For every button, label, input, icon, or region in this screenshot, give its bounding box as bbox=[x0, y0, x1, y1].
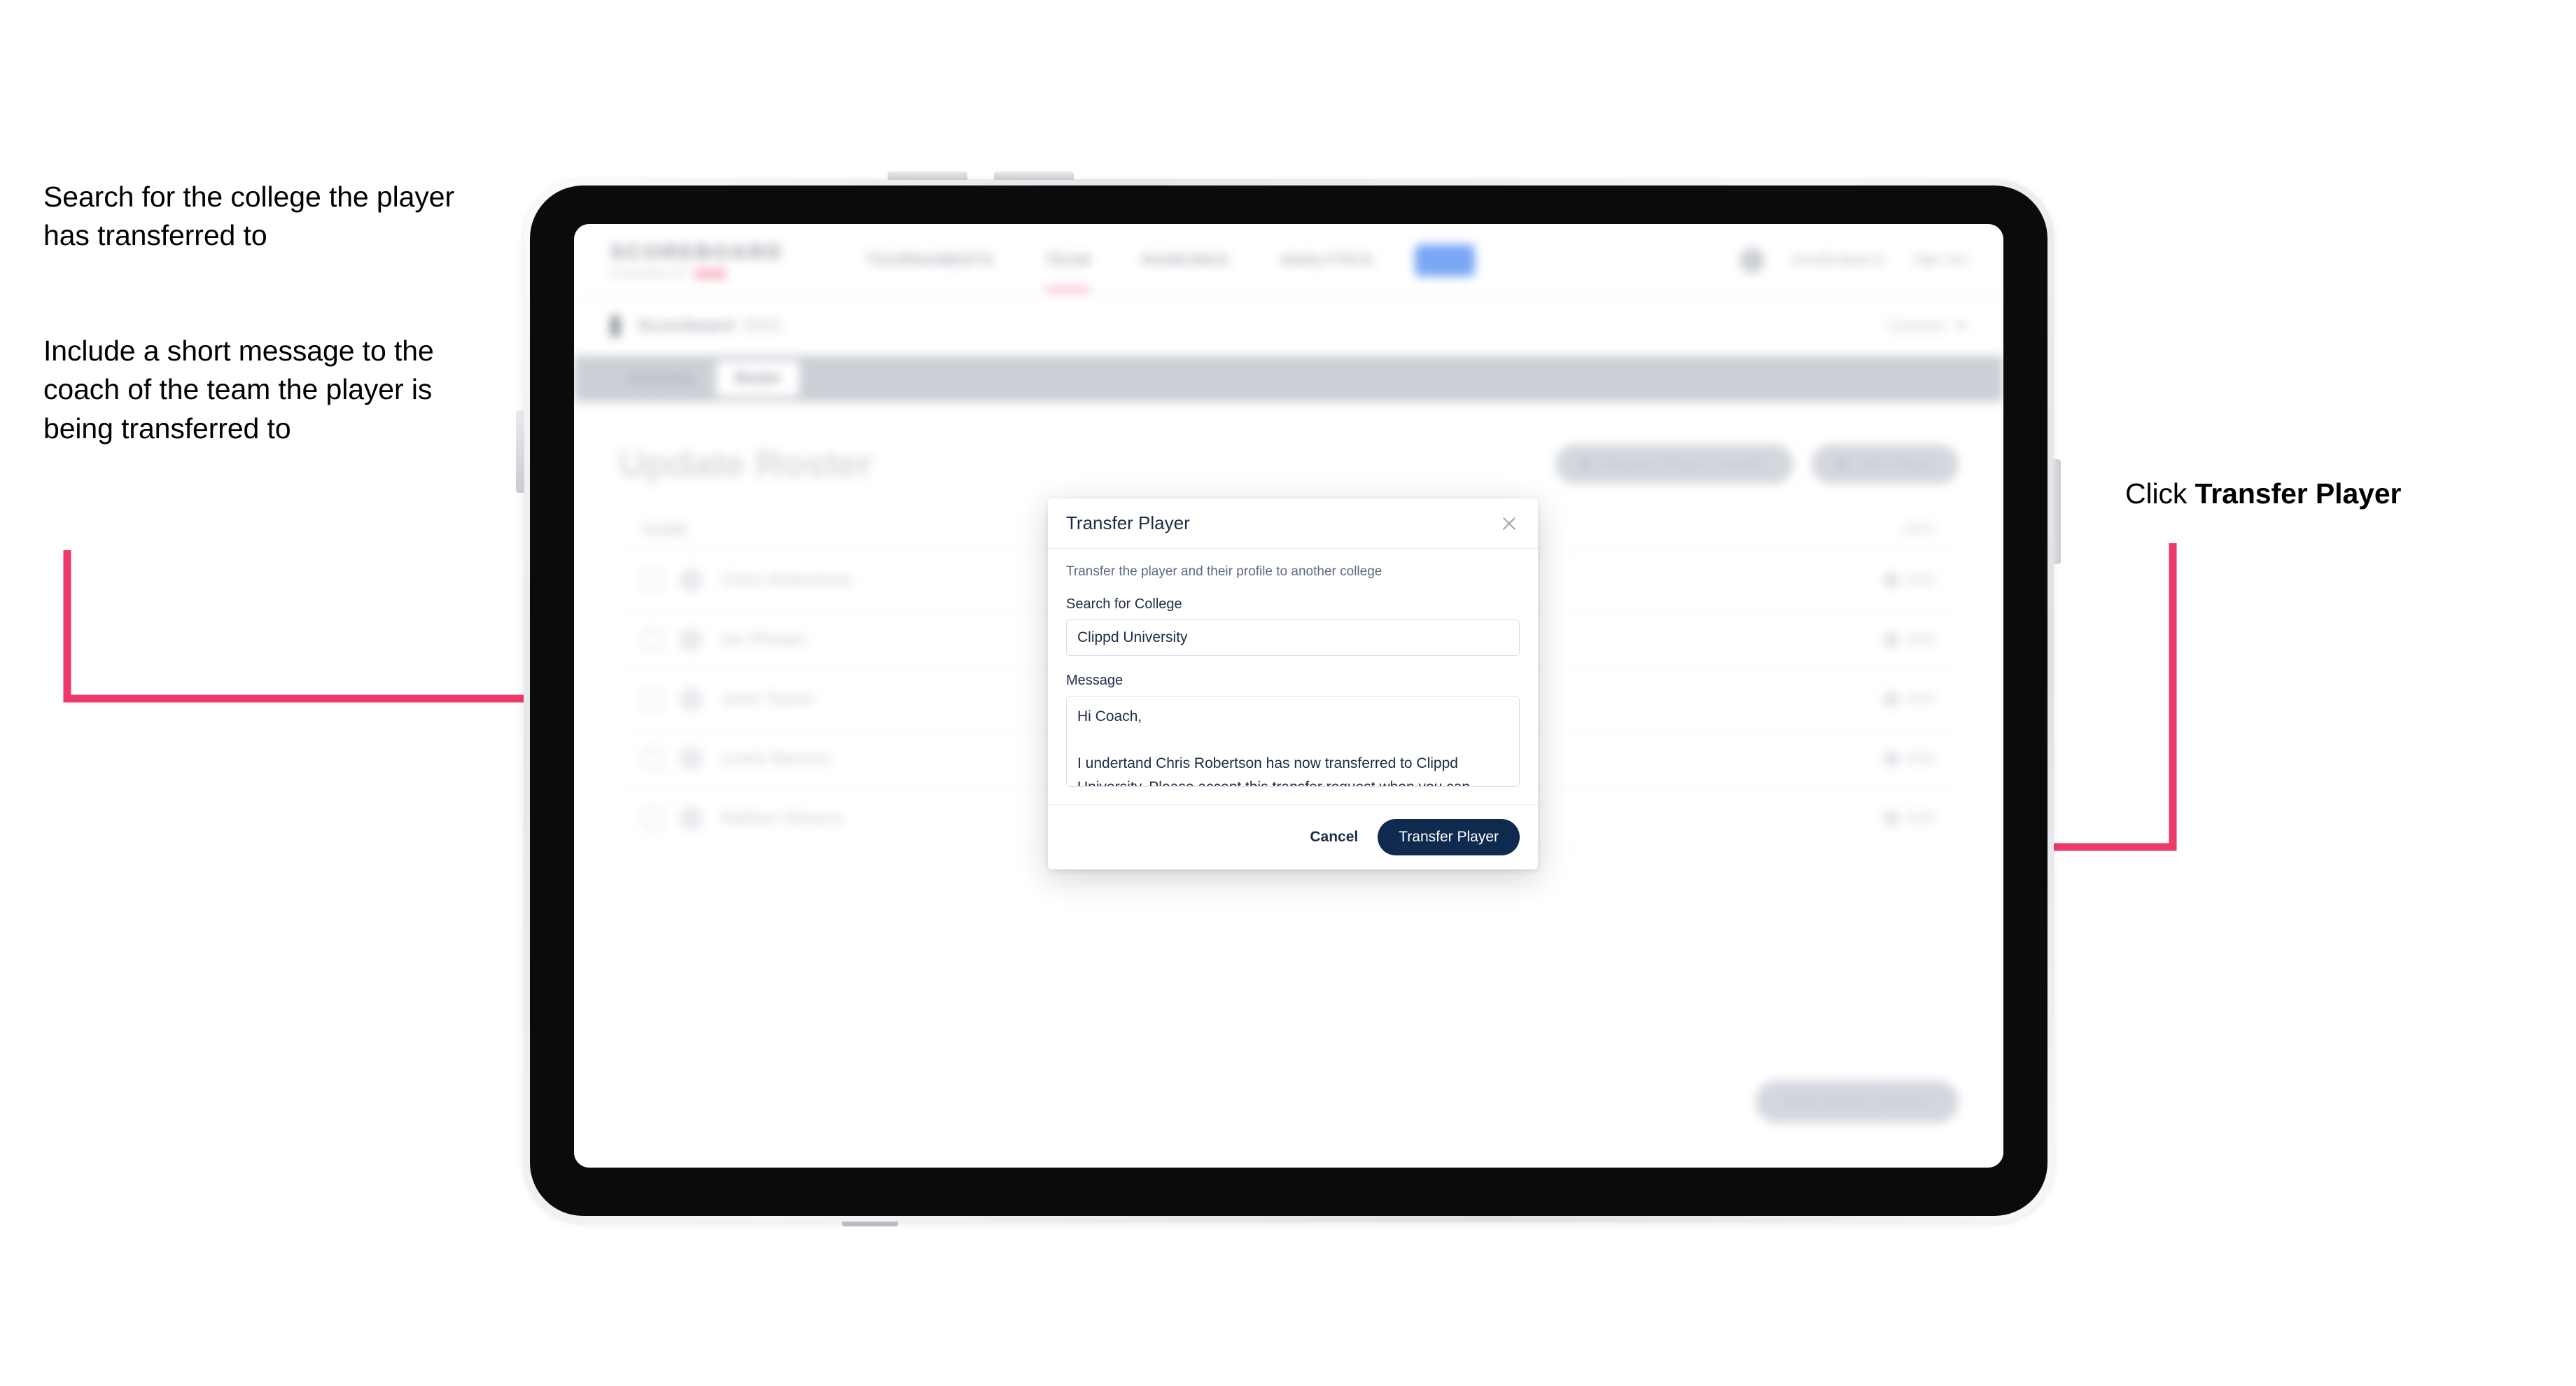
tab-overview[interactable]: Overview bbox=[610, 361, 712, 396]
save-roster-label: Save Roster Updates bbox=[1783, 1093, 1931, 1110]
modal-body: Transfer the player and their profile to… bbox=[1048, 549, 1538, 804]
modal-description: Transfer the player and their profile to… bbox=[1066, 564, 1382, 579]
row-avatar bbox=[679, 747, 703, 771]
row-edit-action[interactable]: Edit bbox=[1882, 689, 1935, 710]
tab-roster[interactable]: Roster bbox=[716, 361, 799, 396]
breadcrumb-right-label: Connect bbox=[1887, 316, 1945, 335]
add-player-button[interactable]: Add Player bbox=[1812, 444, 1959, 484]
message-textarea[interactable]: Hi Coach, I undertand Chris Robertson ha… bbox=[1066, 696, 1520, 787]
volume-up-button bbox=[888, 172, 967, 180]
user-email: jane@clippd.io bbox=[1792, 252, 1885, 267]
nav-right-group: jane@clippd.io Sign Out bbox=[1739, 247, 1967, 273]
power-button bbox=[516, 410, 524, 493]
annotation-click-emphasis: Transfer Player bbox=[2194, 477, 2402, 510]
row-checkbox[interactable] bbox=[643, 748, 664, 769]
page-header: Update Roster Request Player Transfer Ad… bbox=[619, 442, 1959, 486]
nav-cta-button[interactable] bbox=[1415, 244, 1476, 276]
row-avatar bbox=[679, 687, 703, 711]
page-actions: Request Player Transfer Add Player bbox=[1555, 444, 1959, 484]
pencil-icon bbox=[1882, 748, 1902, 769]
brand-logo[interactable]: SCOREBOARD POWERED BY bbox=[610, 241, 783, 280]
annotation-click-prefix: Click bbox=[2125, 477, 2195, 510]
side-connector bbox=[2053, 459, 2061, 564]
add-player-label: Add Player bbox=[1858, 456, 1935, 472]
breadcrumb-right-action[interactable]: Connect bbox=[1887, 317, 1967, 335]
breadcrumb: Scoreboard 2024 Connect bbox=[574, 297, 2003, 356]
row-player-name: Ian Phelps bbox=[721, 630, 806, 649]
save-roster-wrap: Save Roster Updates bbox=[1755, 1081, 1959, 1123]
message-label: Message bbox=[1066, 673, 1124, 688]
breadcrumb-icon bbox=[610, 315, 620, 337]
row-edit-action[interactable]: Edit bbox=[1882, 748, 1935, 769]
transfer-player-button[interactable]: Transfer Player bbox=[1378, 819, 1520, 855]
row-player-name: John Taylor bbox=[721, 690, 816, 708]
nav-link-team[interactable]: TEAM bbox=[1044, 245, 1091, 292]
brand-name: SCOREBOARD bbox=[610, 240, 783, 264]
row-avatar bbox=[679, 628, 703, 652]
app-top-nav: SCOREBOARD POWERED BY TOURNAMENTS TEAM R… bbox=[574, 224, 2003, 297]
row-checkbox[interactable] bbox=[643, 629, 664, 650]
row-edit-label: Edit bbox=[1907, 631, 1935, 648]
row-edit-action[interactable]: Edit bbox=[1882, 808, 1935, 829]
modal-header: Transfer Player bbox=[1048, 498, 1538, 549]
nav-link-rankings[interactable]: RANKINGS bbox=[1141, 245, 1229, 275]
nav-links: TOURNAMENTS TEAM RANKINGS ANALYTICS bbox=[866, 245, 1373, 292]
row-player-name: Nathan Simons bbox=[721, 808, 844, 827]
tab-bar: Overview Roster bbox=[574, 356, 2003, 402]
brand-subline: POWERED BY bbox=[610, 268, 783, 280]
row-edit-label: Edit bbox=[1907, 691, 1935, 707]
volume-down-button bbox=[994, 172, 1074, 180]
roster-col-edit: EDIT bbox=[1903, 522, 1935, 538]
cancel-button[interactable]: Cancel bbox=[1306, 823, 1362, 851]
modal-footer: Cancel Transfer Player bbox=[1048, 804, 1538, 869]
row-checkbox[interactable] bbox=[643, 808, 664, 829]
row-edit-label: Edit bbox=[1907, 572, 1935, 588]
row-edit-label: Edit bbox=[1907, 750, 1935, 766]
brand-badge bbox=[694, 268, 727, 279]
breadcrumb-title: Scoreboard bbox=[637, 316, 734, 335]
transfer-player-modal: Transfer Player Transfer the player and … bbox=[1048, 498, 1538, 869]
pencil-icon bbox=[1882, 570, 1902, 591]
row-edit-action[interactable]: Edit bbox=[1882, 629, 1935, 650]
page-title: Update Roster bbox=[619, 443, 873, 485]
pencil-icon bbox=[1882, 808, 1902, 829]
request-transfer-label: Request Player Transfer bbox=[1601, 456, 1770, 472]
breadcrumb-subtitle: 2024 bbox=[742, 316, 782, 335]
row-checkbox[interactable] bbox=[643, 689, 664, 710]
row-avatar bbox=[679, 568, 703, 592]
row-edit-label: Edit bbox=[1907, 810, 1935, 826]
chevron-down-icon bbox=[1954, 322, 1967, 330]
row-player-name: Chris Robertson bbox=[721, 570, 853, 589]
row-edit-action[interactable]: Edit bbox=[1882, 570, 1935, 591]
save-roster-updates-button[interactable]: Save Roster Updates bbox=[1755, 1081, 1959, 1123]
brand-sub-text: POWERED BY bbox=[610, 267, 689, 280]
bottom-foot bbox=[842, 1222, 898, 1226]
pencil-icon bbox=[1882, 689, 1902, 710]
search-college-input[interactable] bbox=[1066, 620, 1520, 656]
roster-col-name: NAME bbox=[643, 521, 688, 538]
row-player-name: Lewis Barnes bbox=[721, 749, 830, 768]
annotation-click-transfer: Click Transfer Player bbox=[2125, 475, 2559, 513]
pencil-icon bbox=[1882, 629, 1902, 650]
sign-out-link[interactable]: Sign Out bbox=[1912, 252, 1967, 268]
transfer-icon bbox=[1578, 458, 1592, 470]
avatar[interactable] bbox=[1739, 247, 1765, 273]
row-checkbox[interactable] bbox=[643, 570, 664, 591]
modal-title: Transfer Player bbox=[1066, 512, 1190, 533]
row-avatar bbox=[679, 806, 703, 830]
close-icon[interactable] bbox=[1499, 513, 1520, 534]
annotation-search-college: Search for the college the player has tr… bbox=[43, 181, 454, 252]
annotation-include-message: Include a short message to the coach of … bbox=[43, 335, 434, 444]
request-player-transfer-button[interactable]: Request Player Transfer bbox=[1555, 444, 1794, 484]
nav-link-analytics[interactable]: ANALYTICS bbox=[1280, 245, 1373, 275]
nav-link-tournaments[interactable]: TOURNAMENTS bbox=[866, 245, 994, 275]
search-college-label: Search for College bbox=[1066, 596, 1182, 612]
plus-icon bbox=[1835, 458, 1849, 470]
